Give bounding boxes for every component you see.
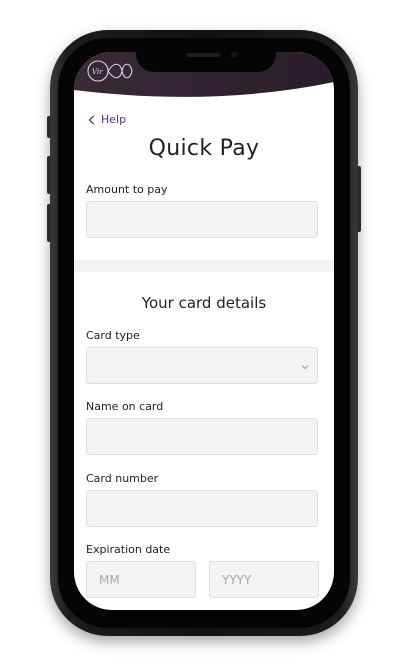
expiration-date-label: Expiration date (86, 543, 171, 556)
back-link[interactable]: Help (88, 113, 126, 126)
amount-input[interactable] (86, 201, 318, 238)
volume-up-button (47, 156, 51, 194)
virgin-media-logo-icon: Vir (87, 60, 133, 82)
card-type-label: Card type (86, 329, 140, 342)
expiration-year-input[interactable] (209, 561, 319, 598)
silent-switch (47, 116, 51, 138)
section-divider (74, 260, 334, 272)
card-details-heading: Your card details (141, 294, 267, 312)
page-title: Quick Pay (148, 136, 260, 161)
svg-text:Vir: Vir (92, 68, 103, 76)
name-on-card-input[interactable] (86, 418, 318, 455)
back-link-label: Help (101, 113, 127, 126)
amount-label: Amount to pay (86, 183, 168, 196)
chevron-left-icon (88, 115, 94, 124)
card-number-input[interactable] (86, 490, 318, 527)
card-type-select[interactable] (86, 347, 318, 384)
earpiece-speaker (186, 53, 220, 57)
front-camera (231, 52, 237, 58)
name-on-card-label: Name on card (86, 400, 164, 413)
expiration-month-input[interactable] (86, 561, 196, 598)
chevron-down-icon (301, 365, 309, 370)
power-button (357, 166, 361, 232)
volume-down-button (47, 204, 51, 242)
phone-screen: Vir Help Quick Pay Amount to pay Your ca… (74, 52, 334, 610)
card-number-label: Card number (86, 472, 159, 485)
